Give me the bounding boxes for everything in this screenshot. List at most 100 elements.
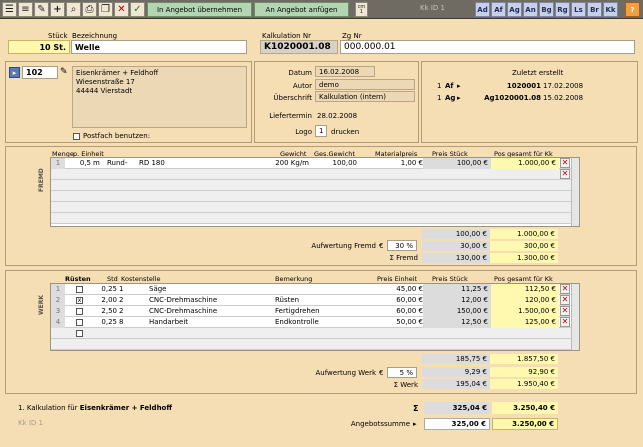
customer-select-icon[interactable]: ▸ — [9, 67, 20, 78]
fremd-table-row[interactable] — [51, 180, 571, 191]
kostenstelle-nr-cell: 2 — [119, 296, 124, 304]
row-number: 4 — [51, 317, 65, 328]
liefertermin-value: 28.02.2008 — [317, 112, 358, 120]
std-cell: 0,25 — [101, 318, 117, 326]
preis-stueck-cell: 12,50 € — [423, 317, 491, 328]
doc-type-button-ls[interactable]: Ls — [571, 2, 586, 17]
drucken-label: drucken — [331, 128, 360, 136]
autor-label: Autor — [292, 82, 312, 90]
list-icon[interactable]: ≡ — [18, 2, 33, 17]
customer-nr-field[interactable]: 102 — [22, 66, 58, 79]
row-number: 2 — [51, 295, 65, 306]
last-created-type: Af — [445, 82, 454, 90]
delete-row-icon[interactable]: ✕ — [560, 295, 570, 305]
angebotssumme-label: Angebotssumme — [350, 420, 410, 428]
kostenstelle-cell: Säge — [149, 285, 167, 293]
grand-sum-stueck: 325,04 € — [424, 402, 490, 414]
cm-button[interactable]: cm 1 — [355, 2, 368, 17]
doc-type-button-kk[interactable]: Kk — [603, 2, 618, 17]
row-number: 3 — [51, 306, 65, 317]
doc-type-button-br[interactable]: Br — [587, 2, 602, 17]
doc-type-button-ag[interactable]: Ag — [507, 2, 522, 17]
werk-table-row[interactable] — [51, 328, 571, 339]
werk-table-row[interactable] — [51, 339, 571, 350]
delete-icon[interactable]: ✕ — [114, 2, 129, 17]
kalkulation-nr-field: K1020001.08 — [260, 40, 338, 54]
edit-icon[interactable]: ✎ — [34, 2, 49, 17]
last-created-arrow-icon[interactable]: ▸ — [457, 82, 461, 90]
postfach-checkbox[interactable] — [73, 133, 80, 140]
aufwertung-werk-gesamt: 92,90 € — [490, 367, 558, 377]
copy-icon[interactable]: ❐ — [98, 2, 113, 17]
fremd-table-row[interactable] — [51, 191, 571, 202]
fremd-table-row[interactable]: ✕ — [51, 169, 571, 180]
last-created-qty: 1 — [437, 94, 442, 102]
aufwertung-werk-field[interactable]: 5 % — [387, 367, 417, 378]
add-icon[interactable]: + — [50, 2, 65, 17]
kostenstelle-nr-cell: 8 — [119, 318, 124, 326]
aufwertung-fremd-field[interactable]: 30 % — [387, 240, 417, 251]
doc-type-button-ad[interactable]: Ad — [475, 2, 490, 17]
werk-header-bemerkung: Bemerkung — [275, 275, 313, 283]
werk-total-stueck: 195,04 € — [422, 379, 490, 389]
gewicht-cell: 200 Kg/m — [275, 159, 309, 167]
search-icon[interactable]: ⌕ — [66, 2, 81, 17]
doc-type-button-af[interactable]: Af — [491, 2, 506, 17]
take-into-offer-button[interactable]: In Angebot übernehmen — [147, 2, 252, 17]
angebot-sum-stueck[interactable]: 325,00 € — [424, 418, 490, 430]
kostenstelle-nr-cell: 2 — [119, 307, 124, 315]
werk-table-row[interactable]: 4 0,25 8 Handarbeit Endkontrolle 50,00 €12,50… — [51, 317, 571, 328]
menge-cell: 0,5 — [79, 159, 91, 167]
werk-header-pos-gesamt: Pos gesamt für Kk — [494, 275, 553, 283]
confirm-icon[interactable]: ✓ — [130, 2, 145, 17]
grand-sum-gesamt: 3.250,40 € — [492, 402, 558, 414]
fremd-scrollbar[interactable] — [571, 158, 579, 226]
doc-type-button-rg[interactable]: Rg — [555, 2, 570, 17]
werk-table-row[interactable]: x 2 2,00 2 CNC-Drehmaschine Rüsten 60,00 €12,0… — [51, 295, 571, 306]
logo-field[interactable]: 1 — [315, 125, 327, 137]
angebot-sum-gesamt[interactable]: 3.250,00 € — [492, 418, 558, 430]
zg-nr-field[interactable]: 000.000.01 — [340, 40, 635, 54]
ruesten-checkbox[interactable]: x — [76, 297, 83, 304]
werk-scrollbar[interactable] — [571, 284, 579, 350]
delete-row-icon[interactable]: ✕ — [560, 284, 570, 294]
last-created-arrow-icon[interactable]: ▸ — [457, 94, 461, 102]
unit-cell: m — [93, 159, 100, 167]
print-icon[interactable]: ⎙ — [82, 2, 97, 17]
ueberschrift-field[interactable]: Kalkulation (intern) — [315, 91, 415, 102]
fremd-total-stueck: 130,00 € — [422, 253, 490, 263]
edit-customer-icon[interactable]: ✎ — [60, 67, 70, 78]
menu-icon[interactable]: ☰ — [2, 2, 17, 17]
doc-type-button-an[interactable]: An — [523, 2, 538, 17]
pos-gesamt-cell: 120,00 € — [491, 295, 559, 306]
delete-row-icon[interactable]: ✕ — [560, 169, 570, 179]
delete-row-icon[interactable]: ✕ — [560, 158, 570, 168]
preis-einheit-cell: 60,00 € — [396, 307, 423, 315]
ruesten-checkbox[interactable] — [76, 286, 83, 293]
last-created-date: 17.02.2008 — [543, 82, 584, 90]
werk-table-row[interactable]: 1 0,25 1 Säge 45,00 €11,25 €112,50 € ✕ — [51, 284, 571, 295]
fremd-table-row[interactable]: 1 0,5 m Rund- RD 180 200 Kg/m 100,00 1,00 €100,… — [51, 158, 571, 169]
ruesten-checkbox[interactable] — [76, 319, 83, 326]
werk-table-row[interactable]: 3 2,50 2 CNC-Drehmaschine Fertigdrehen 60,00 … — [51, 306, 571, 317]
delete-row-icon[interactable]: ✕ — [560, 317, 570, 327]
fremd-table-row[interactable] — [51, 202, 571, 213]
fremd-total-gesamt: 1.300,00 € — [490, 253, 558, 263]
append-to-offer-button[interactable]: An Angebot anfügen — [254, 2, 349, 17]
doc-type-button-bg[interactable]: Bg — [539, 2, 554, 17]
werk-header-preis-einheit: Preis Einheit — [377, 275, 418, 283]
aufwertung-werk-label: Aufwertung Werk — [315, 369, 376, 377]
fremd-table-row[interactable] — [51, 213, 571, 224]
werk-header-std: Std — [107, 275, 118, 283]
qty-field[interactable]: 10 St. — [8, 40, 70, 54]
shape-cell: Rund- — [107, 159, 128, 167]
description-field[interactable]: Welle — [71, 40, 247, 54]
autor-field: demo — [315, 79, 415, 90]
help-icon[interactable]: ? — [625, 2, 640, 17]
delete-row-icon[interactable]: ✕ — [560, 306, 570, 316]
bemerkung-cell: Endkontrolle — [275, 318, 319, 326]
aufwertung-werk-stueck: 9,29 € — [422, 367, 490, 377]
ruesten-checkbox[interactable] — [76, 308, 83, 315]
row-number: 1 — [51, 158, 65, 169]
ruesten-checkbox[interactable] — [76, 330, 83, 337]
